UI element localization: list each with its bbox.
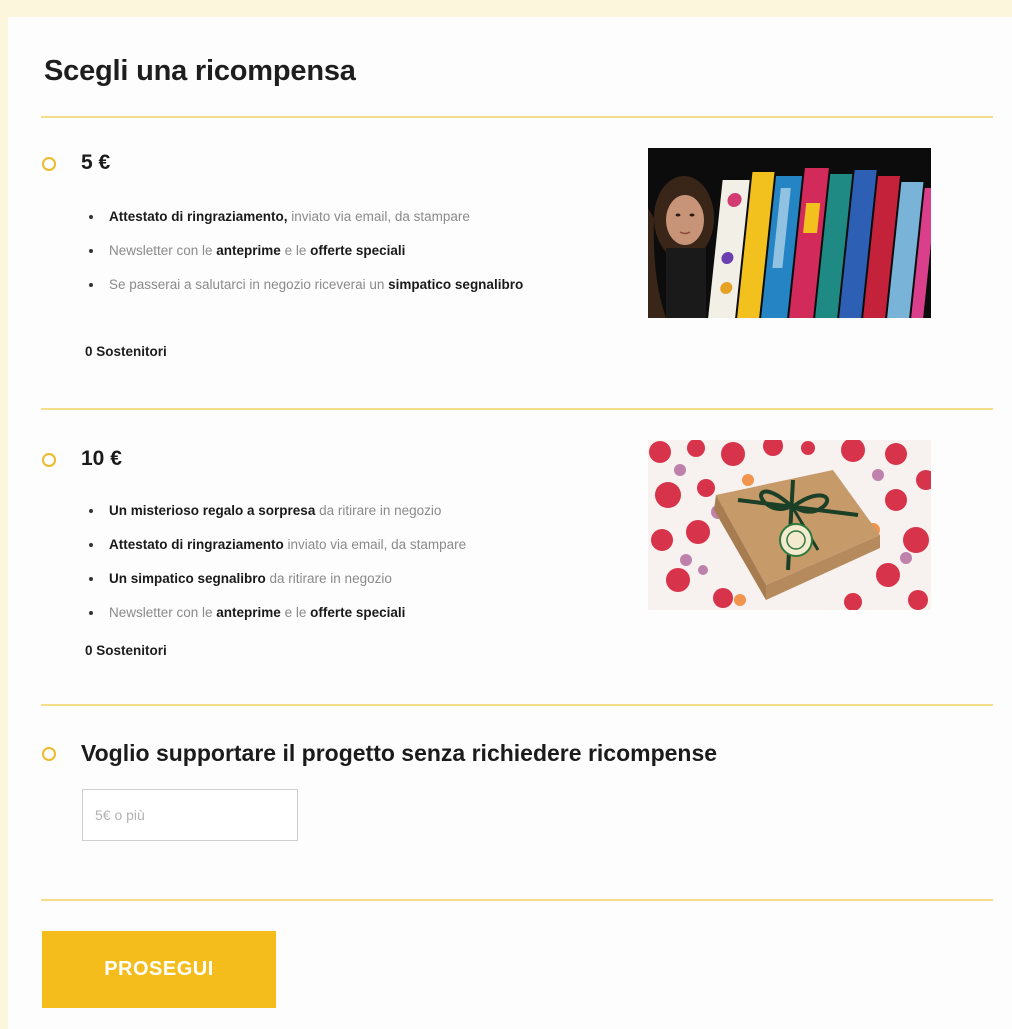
divider bbox=[41, 704, 993, 706]
reward-5-price: 5 € bbox=[81, 151, 111, 174]
divider bbox=[41, 408, 993, 410]
books-illustration bbox=[648, 148, 931, 318]
list-item: Newsletter con le anteprime e le offerte… bbox=[89, 238, 614, 263]
list-item: Un simpatico segnalibro da ritirare in n… bbox=[89, 566, 614, 591]
list-item: Attestato di ringraziamento, inviato via… bbox=[89, 204, 614, 229]
no-reward-radio[interactable] bbox=[42, 747, 56, 761]
reward-panel: Scegli una ricompensa 5 € Attestato di r… bbox=[8, 17, 1012, 1029]
books-photo bbox=[648, 148, 931, 318]
list-item: Newsletter con le anteprime e le offerte… bbox=[89, 600, 614, 625]
reward-10-backers: 0 Sostenitori bbox=[85, 643, 167, 658]
gift-box-photo bbox=[648, 440, 931, 610]
page-title: Scegli una ricompensa bbox=[44, 55, 356, 87]
continue-button[interactable]: PROSEGUI bbox=[42, 931, 276, 1008]
reward-5-perk-list: Attestato di ringraziamento, inviato via… bbox=[81, 204, 614, 306]
reward-10-price: 10 € bbox=[81, 447, 122, 470]
amount-input[interactable] bbox=[82, 789, 298, 841]
list-item: Se passerai a salutarci in negozio ricev… bbox=[89, 272, 614, 297]
list-item: Attestato di ringraziamento inviato via … bbox=[89, 532, 614, 557]
reward-10-perk-list: Un misterioso regalo a sorpresa da ritir… bbox=[81, 498, 614, 634]
reward-10-radio[interactable] bbox=[42, 453, 56, 467]
divider bbox=[41, 116, 993, 118]
reward-5-backers: 0 Sostenitori bbox=[85, 344, 167, 359]
list-item: Un misterioso regalo a sorpresa da ritir… bbox=[89, 498, 614, 523]
gift-illustration bbox=[648, 440, 931, 610]
no-reward-label: Voglio supportare il progetto senza rich… bbox=[81, 740, 718, 766]
reward-5-radio[interactable] bbox=[42, 157, 56, 171]
divider bbox=[41, 899, 993, 901]
